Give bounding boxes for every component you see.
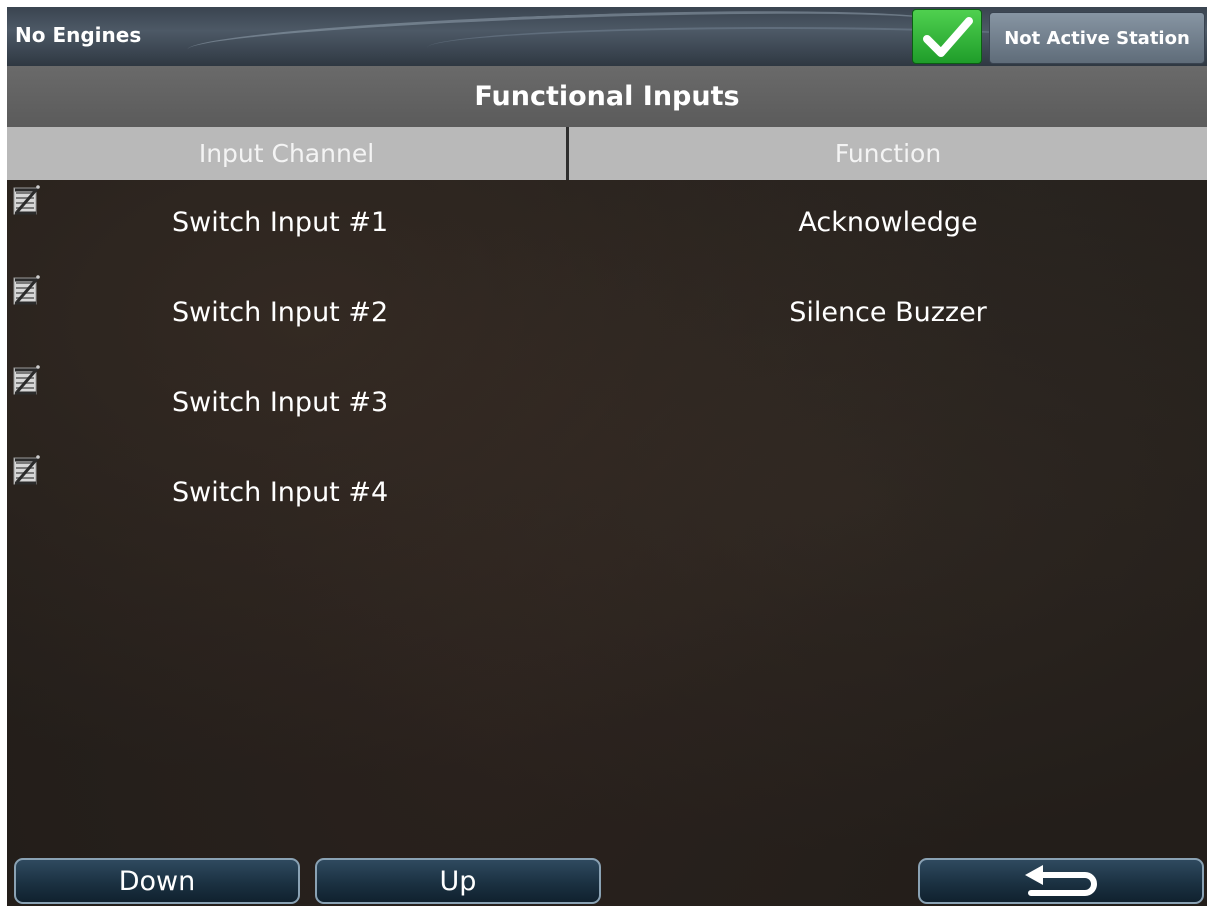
input-channel-label: Switch Input #2 bbox=[172, 297, 389, 328]
function-label: Silence Buzzer bbox=[789, 297, 987, 328]
station-status-label: Not Active Station bbox=[1004, 27, 1190, 49]
down-button-label: Down bbox=[118, 865, 196, 897]
engine-status: No Engines bbox=[15, 23, 142, 47]
table-row[interactable]: Switch Input #4 bbox=[7, 450, 1207, 540]
page-title: Functional Inputs bbox=[474, 81, 740, 112]
function-label: Acknowledge bbox=[798, 207, 978, 238]
edit-icon[interactable] bbox=[10, 183, 42, 217]
up-button[interactable]: Up bbox=[315, 858, 601, 904]
up-button-label: Up bbox=[439, 865, 477, 897]
page-title-bar: Functional Inputs bbox=[7, 66, 1207, 127]
table-row[interactable]: Switch Input #1 Acknowledge bbox=[7, 180, 1207, 270]
edit-icon[interactable] bbox=[10, 273, 42, 307]
display-screen: No Engines Not Active Station Functional… bbox=[7, 7, 1207, 906]
edit-icon[interactable] bbox=[10, 453, 42, 487]
input-channel-label: Switch Input #1 bbox=[172, 207, 389, 238]
column-header-function: Function bbox=[834, 139, 942, 168]
column-header-input-channel: Input Channel bbox=[198, 139, 375, 168]
input-channel-label: Switch Input #3 bbox=[172, 387, 389, 418]
active-check-button[interactable] bbox=[912, 9, 982, 64]
check-icon bbox=[923, 17, 973, 57]
status-bar: No Engines Not Active Station bbox=[7, 7, 1207, 72]
station-status-button[interactable]: Not Active Station bbox=[989, 12, 1205, 64]
edit-icon[interactable] bbox=[10, 363, 42, 397]
back-button[interactable] bbox=[918, 858, 1204, 904]
down-button[interactable]: Down bbox=[14, 858, 300, 904]
table-row[interactable]: Switch Input #3 bbox=[7, 360, 1207, 450]
table-row[interactable]: Switch Input #2 Silence Buzzer bbox=[7, 270, 1207, 360]
input-channel-label: Switch Input #4 bbox=[172, 477, 389, 508]
back-arrow-icon bbox=[1025, 865, 1097, 896]
table-header: Input Channel Function bbox=[7, 127, 1207, 180]
